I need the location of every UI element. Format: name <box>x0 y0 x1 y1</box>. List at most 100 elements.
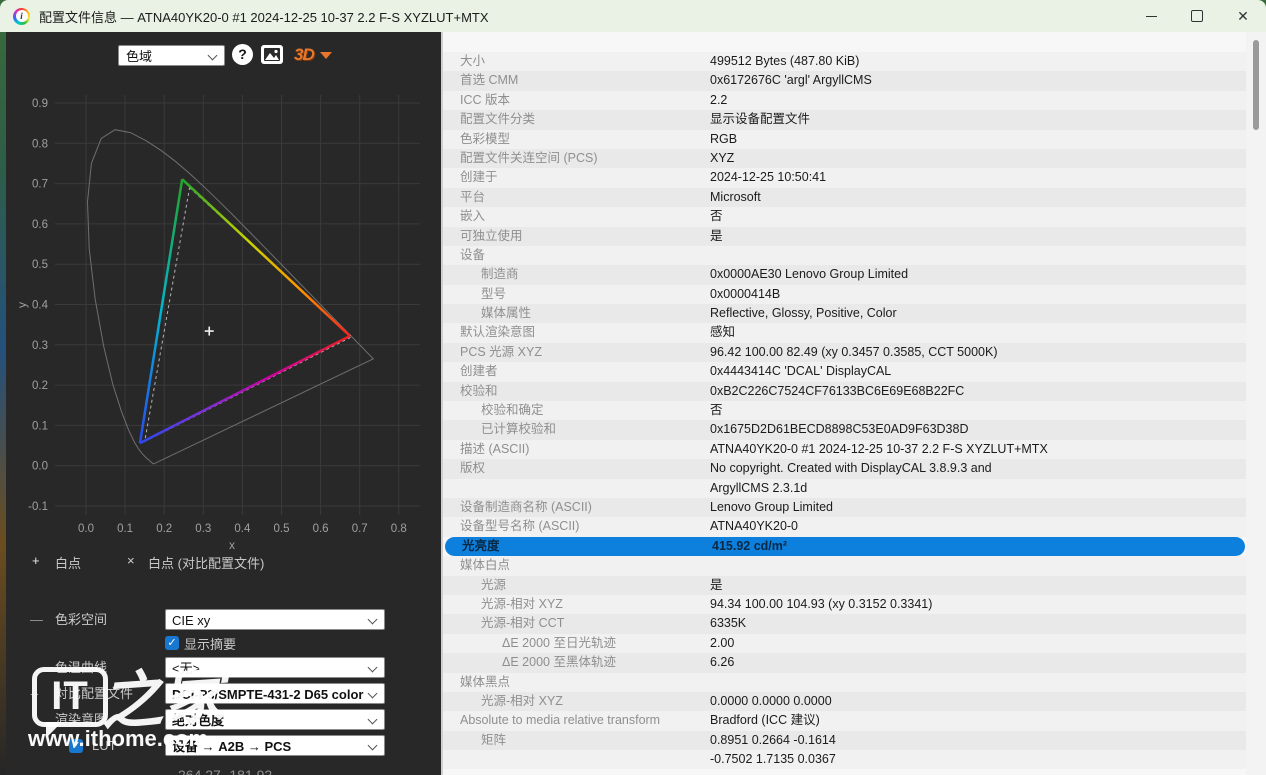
svg-text:x: x <box>229 538 235 552</box>
row-value: 499512 Bytes (487.80 KiB) <box>710 52 859 71</box>
table-row[interactable]: 设备 <box>443 246 1246 265</box>
spectral-locus <box>88 130 374 464</box>
table-row[interactable]: 嵌入否 <box>443 207 1246 226</box>
table-row[interactable]: 创建于2024-12-25 10:50:41 <box>443 168 1246 187</box>
row-label: 平台 <box>460 188 485 207</box>
gamut-triangle-edge <box>182 179 350 336</box>
svg-text:0.0: 0.0 <box>32 461 48 473</box>
row-value: 94.34 100.00 104.93 (xy 0.3152 0.3341) <box>710 595 932 614</box>
row-label: 媒体白点 <box>460 556 510 575</box>
table-row[interactable]: ΔE 2000 至日光轨迹2.00 <box>443 634 1246 653</box>
row-value: ATNA40YK20-0 <box>710 517 798 536</box>
svg-text:0.1: 0.1 <box>32 420 48 432</box>
table-row[interactable]: 矩阵0.8951 0.2664 -0.1614 <box>443 731 1246 750</box>
row-value: 415.92 cd/m² <box>712 537 787 556</box>
whitepoint-compare-legend-label: 白点 (对比配置文件) <box>148 553 264 572</box>
table-row[interactable]: 平台Microsoft <box>443 188 1246 207</box>
table-row[interactable]: 光源-相对 CCT6335K <box>443 614 1246 633</box>
row-label: 可独立使用 <box>460 227 523 246</box>
row-value: XYZ <box>710 149 734 168</box>
table-row[interactable]: 媒体属性 Reflective, Glossy, Positive, Color <box>443 304 1246 323</box>
row-label: 制造商 <box>481 265 519 284</box>
svg-text:0.9: 0.9 <box>32 98 48 110</box>
table-row[interactable]: 型号0x0000414B <box>443 285 1246 304</box>
table-row[interactable]: PCS 光源 XYZ96.42 100.00 82.49 (xy 0.3457 … <box>443 343 1246 362</box>
compare-profile-select[interactable]: DCI-P3/SMPTE-431-2 D65 color <box>165 683 385 704</box>
row-value: Lenovo Group Limited <box>710 498 833 517</box>
chromaticity-diagram[interactable]: 0.00.10.20.30.40.50.60.70.8-0.10.00.10.2… <box>6 32 441 552</box>
table-row[interactable]: 首选 CMM0x6172676C 'argl' ArgyllCMS <box>443 71 1246 90</box>
table-row[interactable]: -0.7502 1.7135 0.0367 <box>443 750 1246 769</box>
svg-text:0.6: 0.6 <box>32 219 48 231</box>
table-row[interactable]: 媒体黑点 <box>443 673 1246 692</box>
colorspace-label: 色彩空间 <box>55 609 107 631</box>
row-label: 描述 (ASCII) <box>460 440 529 459</box>
profile-info-window: i 配置文件信息 — ATNA40YK20-0 #1 2024-12-25 10… <box>0 0 1266 775</box>
row-label: 光源-相对 XYZ <box>481 692 563 711</box>
row-value: -0.7502 1.7135 0.0367 <box>710 750 836 769</box>
row-value: ATNA40YK20-0 #1 2024-12-25 10-37 2.2 F-S… <box>710 440 1048 459</box>
row-value: Reflective, Glossy, Positive, Color <box>710 304 897 323</box>
lut-direction-select[interactable]: 设备 → A2B → PCS <box>165 735 385 756</box>
vertical-scrollbar[interactable] <box>1246 32 1266 775</box>
svg-text:0.7: 0.7 <box>352 523 368 535</box>
table-row[interactable]: 色彩模型RGB <box>443 130 1246 149</box>
svg-text:0.4: 0.4 <box>32 300 49 312</box>
whitepoint-compare-x-icon: × <box>127 553 135 568</box>
row-value: 感知 <box>710 323 735 342</box>
table-row[interactable]: 光源-相对 XYZ0.0000 0.0000 0.0000 <box>443 692 1246 711</box>
temp-curve-select[interactable]: <无> <box>165 657 385 678</box>
row-label: 配置文件关连空间 (PCS) <box>460 149 598 168</box>
table-row[interactable]: 媒体白点 <box>443 556 1246 575</box>
show-summary-checkbox[interactable]: ✓ <box>165 636 179 650</box>
table-row[interactable]: 校验和确定否 <box>443 401 1246 420</box>
svg-text:0.2: 0.2 <box>32 380 48 392</box>
row-label: Absolute to media relative transform <box>460 711 660 730</box>
row-label: 媒体属性 <box>481 304 531 323</box>
table-row[interactable]: 设备制造商名称 (ASCII)Lenovo Group Limited <box>443 498 1246 517</box>
row-label: PCS 光源 XYZ <box>460 343 542 362</box>
table-row[interactable]: ICC 版本2.2 <box>443 91 1246 110</box>
table-row[interactable]: 描述 (ASCII) ATNA40YK20-0 #1 2024-12-25 10-… <box>443 440 1246 459</box>
table-row[interactable]: 创建者0x4443414C 'DCAL' DisplayCAL <box>443 362 1246 381</box>
table-row[interactable]: 设备型号名称 (ASCII)ATNA40YK20-0 <box>443 517 1246 536</box>
row-value: ArgyllCMS 2.3.1d <box>710 479 807 498</box>
row-value: RGB <box>710 130 737 149</box>
lut-checkbox[interactable]: ✓ <box>69 739 83 753</box>
table-row[interactable]: 版权No copyright. Created with DisplayCAL … <box>443 459 1246 478</box>
table-row-selected[interactable]: 光亮度 415.92 cd/m² <box>445 537 1245 556</box>
rendering-intent-select[interactable]: 绝对色度 <box>165 709 385 730</box>
row-label: 光源-相对 CCT <box>481 614 564 633</box>
chevron-down-icon <box>368 689 378 699</box>
row-label: 版权 <box>460 459 485 478</box>
close-button[interactable]: ✕ <box>1220 0 1266 32</box>
table-row[interactable]: Absolute to media relative transformBrad… <box>443 711 1246 730</box>
table-row[interactable]: 配置文件分类显示设备配置文件 <box>443 110 1246 129</box>
minimize-button[interactable] <box>1128 0 1174 32</box>
svg-text:0.8: 0.8 <box>32 138 48 150</box>
svg-text:0.5: 0.5 <box>32 259 48 271</box>
chevron-down-icon <box>368 741 378 751</box>
colorspace-select[interactable]: CIE xy <box>165 609 385 630</box>
table-row[interactable]: ΔE 2000 至黑体轨迹6.26 <box>443 653 1246 672</box>
app-info-icon: i <box>13 8 30 25</box>
scrollbar-thumb[interactable] <box>1253 40 1259 130</box>
row-value: 0x0000414B <box>710 285 780 304</box>
table-row[interactable]: 校验和0xB2C226C7524CF76133BC6E69E68B22FC <box>443 382 1246 401</box>
svg-text:0.7: 0.7 <box>32 179 48 191</box>
gamut-triangle-edge <box>140 179 182 443</box>
table-row[interactable]: 默认渲染意图感知 <box>443 323 1246 342</box>
table-row[interactable]: 光源-相对 XYZ94.34 100.00 104.93 (xy 0.3152 … <box>443 595 1246 614</box>
row-label: 光亮度 <box>462 537 500 556</box>
table-row[interactable]: 大小499512 Bytes (487.80 KiB) <box>443 52 1246 71</box>
table-row[interactable]: 制造商0x0000AE30 Lenovo Group Limited <box>443 265 1246 284</box>
table-row[interactable]: ArgyllCMS 2.3.1d <box>443 479 1246 498</box>
table-row[interactable]: 配置文件关连空间 (PCS) XYZ <box>443 149 1246 168</box>
row-label: ΔE 2000 至日光轨迹 <box>502 634 616 653</box>
compare-profile-dash-marker: -- <box>30 683 39 705</box>
rendering-intent-label: 渲染意图 <box>55 709 107 731</box>
table-row[interactable]: 光源是 <box>443 576 1246 595</box>
table-row[interactable]: 可独立使用是 <box>443 227 1246 246</box>
maximize-button[interactable] <box>1174 0 1220 32</box>
table-row[interactable]: 已计算校验和0x1675D2D61BECD8898C53E0AD9F63D38D <box>443 420 1246 439</box>
